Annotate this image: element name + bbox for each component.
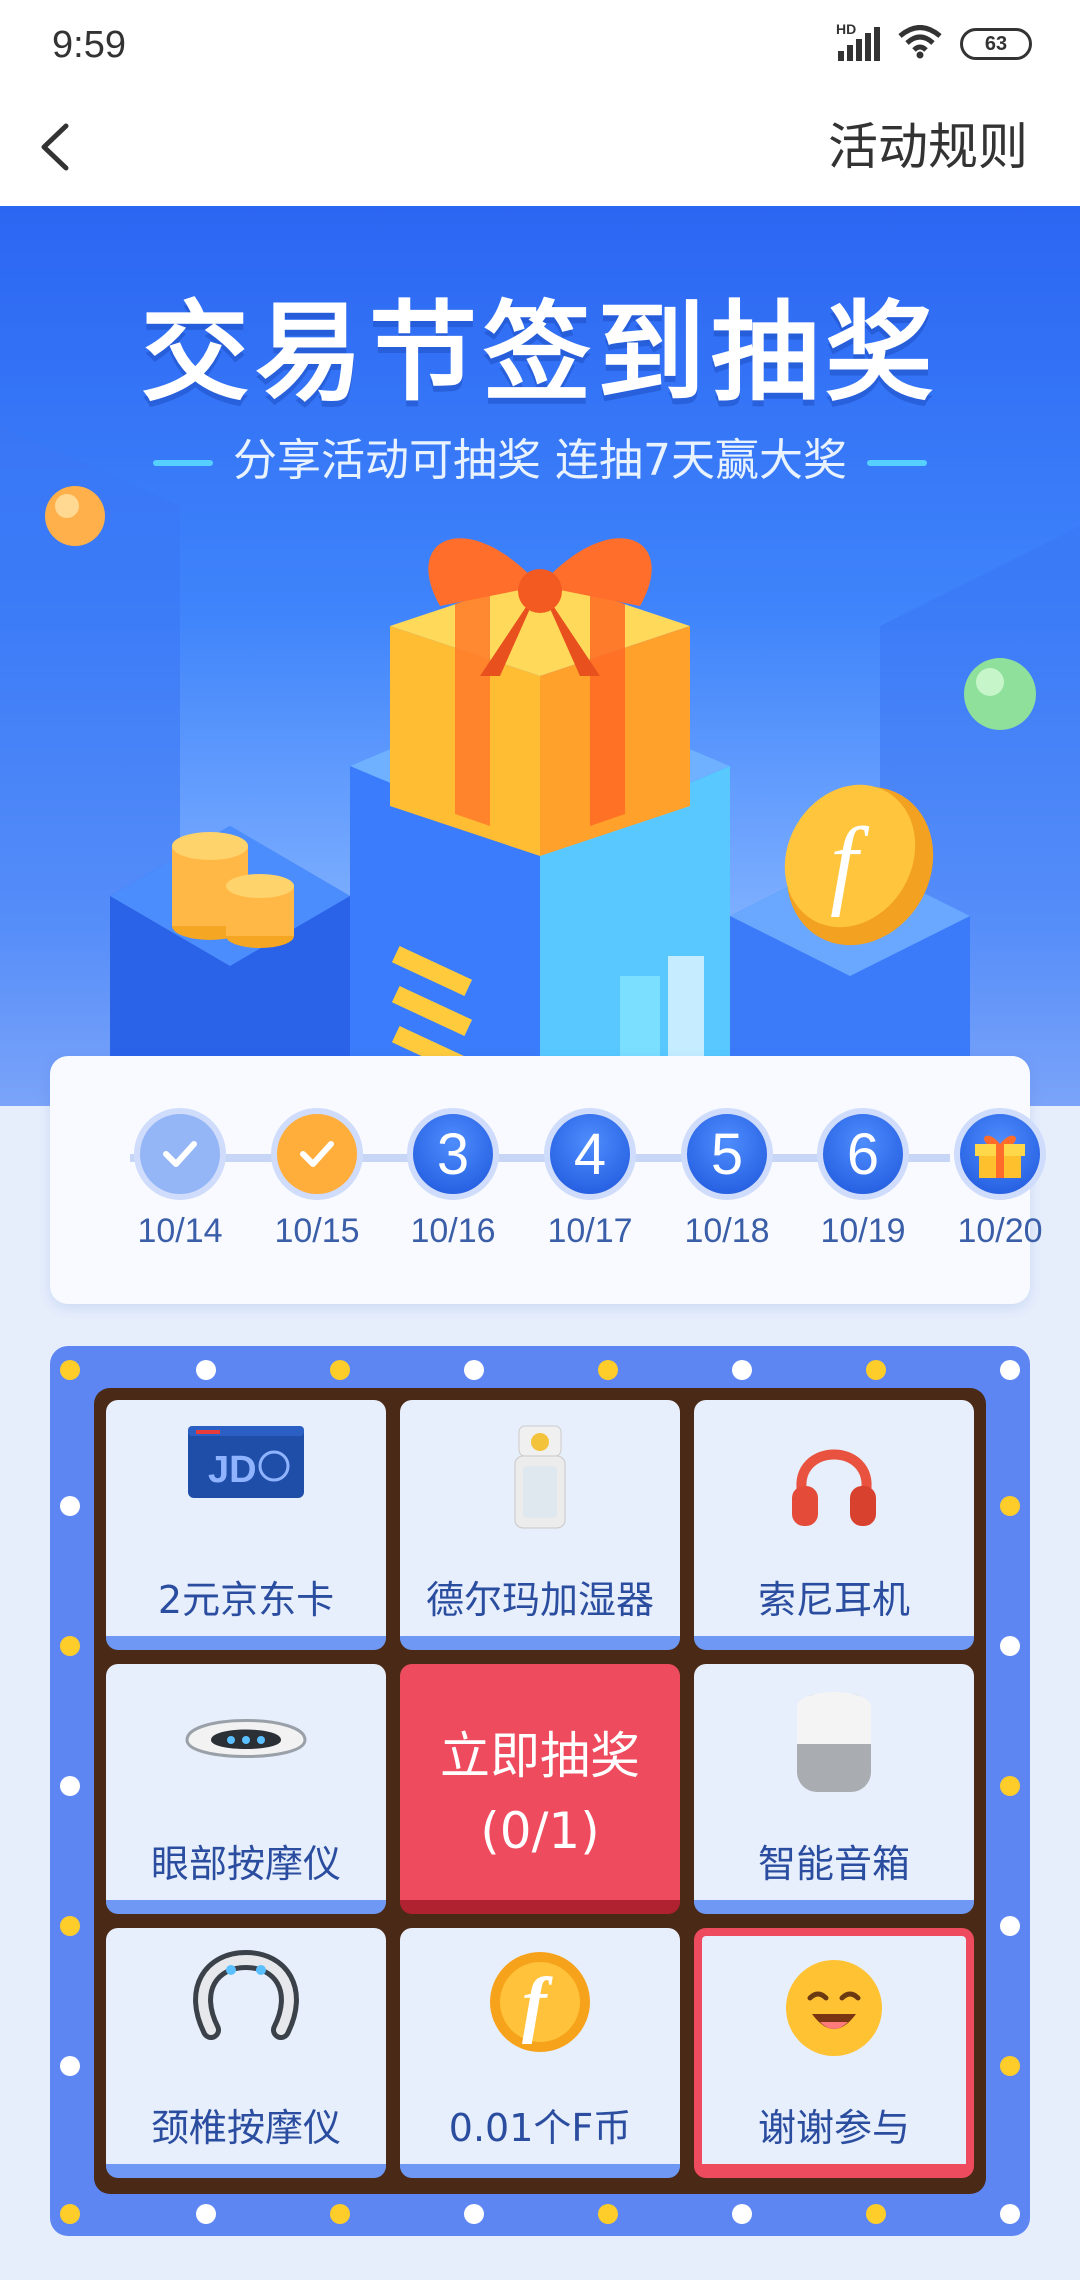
light-dot <box>330 2204 350 2224</box>
checkin-date: 10/19 <box>820 1212 906 1250</box>
prize-label: 智能音箱 <box>757 1842 910 1886</box>
wifi-icon <box>898 25 942 63</box>
banner-subtitle: 分享活动可抽奖 连抽7天赢大奖 <box>0 424 1080 488</box>
prize-label: 颈椎按摩仪 <box>150 2106 341 2150</box>
light-dot <box>196 1360 216 1380</box>
prize-cell-f-coin[interactable]: f 0.01个F币 <box>400 1928 680 2178</box>
prize-cell-smart-speaker[interactable]: 智能音箱 <box>694 1664 974 1914</box>
humidifier-icon <box>505 1422 575 1536</box>
draw-now-button[interactable]: 立即抽奖 (0/1) <box>400 1664 680 1914</box>
prize-label: 0.01个F币 <box>448 2106 632 2150</box>
divider-left <box>153 460 213 466</box>
network-type: HD <box>836 21 857 37</box>
light-dot <box>598 2204 618 2224</box>
lottery-board: JD 2元京东卡 德尔玛加湿器 索尼耳机 眼部按摩仪 立即抽奖 (0/1) 智能… <box>50 1346 1030 2236</box>
prize-label: 眼部按摩仪 <box>150 1842 341 1886</box>
prize-label: 德尔玛加湿器 <box>425 1578 654 1622</box>
light-dot <box>866 2204 886 2224</box>
eye-massager-icon <box>181 1700 311 1784</box>
gift-icon <box>954 1108 1046 1200</box>
prize-cell-thanks[interactable]: 谢谢参与 <box>694 1928 974 2178</box>
light-dot <box>732 2204 752 2224</box>
checkin-day-2[interactable]: 10/15 <box>247 1108 387 1251</box>
light-dot <box>60 1636 80 1656</box>
jd-card-icon: JD <box>186 1422 306 1506</box>
back-button[interactable] <box>22 112 92 182</box>
svg-text:JD: JD <box>208 1449 257 1491</box>
day-number: 5 <box>681 1108 773 1200</box>
light-dot <box>60 2056 80 2076</box>
prize-cell-humidifier[interactable]: 德尔玛加湿器 <box>400 1400 680 1650</box>
hero-banner: f 交易节签到抽奖 分享活动可抽奖 连抽7天赢大奖 <box>0 206 1080 1106</box>
light-dot <box>1000 1636 1020 1656</box>
light-dot <box>1000 1916 1020 1936</box>
checkin-day-6[interactable]: 6 10/19 <box>793 1108 933 1251</box>
prize-label: 索尼耳机 <box>757 1578 910 1622</box>
lottery-grid: JD 2元京东卡 德尔玛加湿器 索尼耳机 眼部按摩仪 立即抽奖 (0/1) 智能… <box>94 1388 986 2194</box>
checkin-date: 10/14 <box>137 1212 223 1250</box>
smile-icon <box>782 1956 886 2064</box>
status-icons: HD 63 <box>836 21 1032 66</box>
checkin-day-5[interactable]: 5 10/18 <box>657 1108 797 1251</box>
checkin-tracker: 10/14 10/15 3 10/16 4 10/17 5 10/18 6 10… <box>50 1056 1046 1304</box>
checkin-date: 10/16 <box>410 1212 496 1250</box>
prize-label: 2元京东卡 <box>157 1578 335 1622</box>
headphones-icon <box>784 1422 884 1536</box>
light-dot <box>732 1360 752 1380</box>
check-icon <box>134 1108 226 1200</box>
status-time: 9:59 <box>52 24 126 66</box>
checkin-date: 10/18 <box>684 1212 770 1250</box>
light-dot <box>60 1496 80 1516</box>
battery-icon: 63 <box>960 28 1032 60</box>
checkin-date: 10/15 <box>274 1212 360 1250</box>
divider-right <box>866 460 927 466</box>
status-bar: 9:59 HD 63 <box>0 0 1080 90</box>
activity-rules-link[interactable]: 活动规则 <box>828 112 1028 182</box>
light-dot <box>598 1360 618 1380</box>
light-dot <box>60 2204 80 2224</box>
checkin-day-4[interactable]: 4 10/17 <box>520 1108 660 1251</box>
day-number: 4 <box>544 1108 636 1200</box>
chevron-left-icon <box>41 123 69 171</box>
checkin-day-7[interactable]: 10/20 <box>930 1108 1070 1251</box>
light-dot <box>1000 1776 1020 1796</box>
f-coin-icon: f <box>488 1950 592 2058</box>
light-dot <box>60 1916 80 1936</box>
light-dot <box>1000 1360 1020 1380</box>
draw-button-label: 立即抽奖 <box>440 1727 640 1785</box>
prize-cell-neck-massager[interactable]: 颈椎按摩仪 <box>106 1928 386 2178</box>
light-dot <box>464 1360 484 1380</box>
nav-bar: 活动规则 <box>0 90 1080 206</box>
light-dot <box>60 1360 80 1380</box>
prize-label: 谢谢参与 <box>757 2106 910 2150</box>
light-dot <box>330 1360 350 1380</box>
light-dot <box>196 2204 216 2224</box>
light-dot <box>60 1776 80 1796</box>
neck-massager-icon <box>191 1949 301 2064</box>
checkin-date: 10/17 <box>547 1212 633 1250</box>
signal-icon: HD <box>836 21 880 61</box>
checkin-day-3[interactable]: 3 10/16 <box>383 1108 523 1251</box>
checkin-day-1[interactable]: 10/14 <box>110 1108 250 1251</box>
light-dot <box>464 2204 484 2224</box>
light-dot <box>866 1360 886 1380</box>
prize-cell-eye-massager[interactable]: 眼部按摩仪 <box>106 1664 386 1914</box>
light-dot <box>1000 1496 1020 1516</box>
light-dot <box>1000 2204 1020 2224</box>
smart-speaker-icon <box>789 1686 879 1800</box>
coin-stack-icon <box>172 832 294 948</box>
prize-cell-jd-card[interactable]: JD 2元京东卡 <box>106 1400 386 1650</box>
checkin-date: 10/20 <box>957 1212 1043 1250</box>
draw-button-count: (0/1) <box>480 1802 600 1860</box>
prize-cell-headphones[interactable]: 索尼耳机 <box>694 1400 974 1650</box>
light-dot <box>1000 2056 1020 2076</box>
day-number: 6 <box>817 1108 909 1200</box>
banner-title: 交易节签到抽奖 <box>140 291 939 416</box>
check-icon <box>271 1108 363 1200</box>
day-number: 3 <box>407 1108 499 1200</box>
